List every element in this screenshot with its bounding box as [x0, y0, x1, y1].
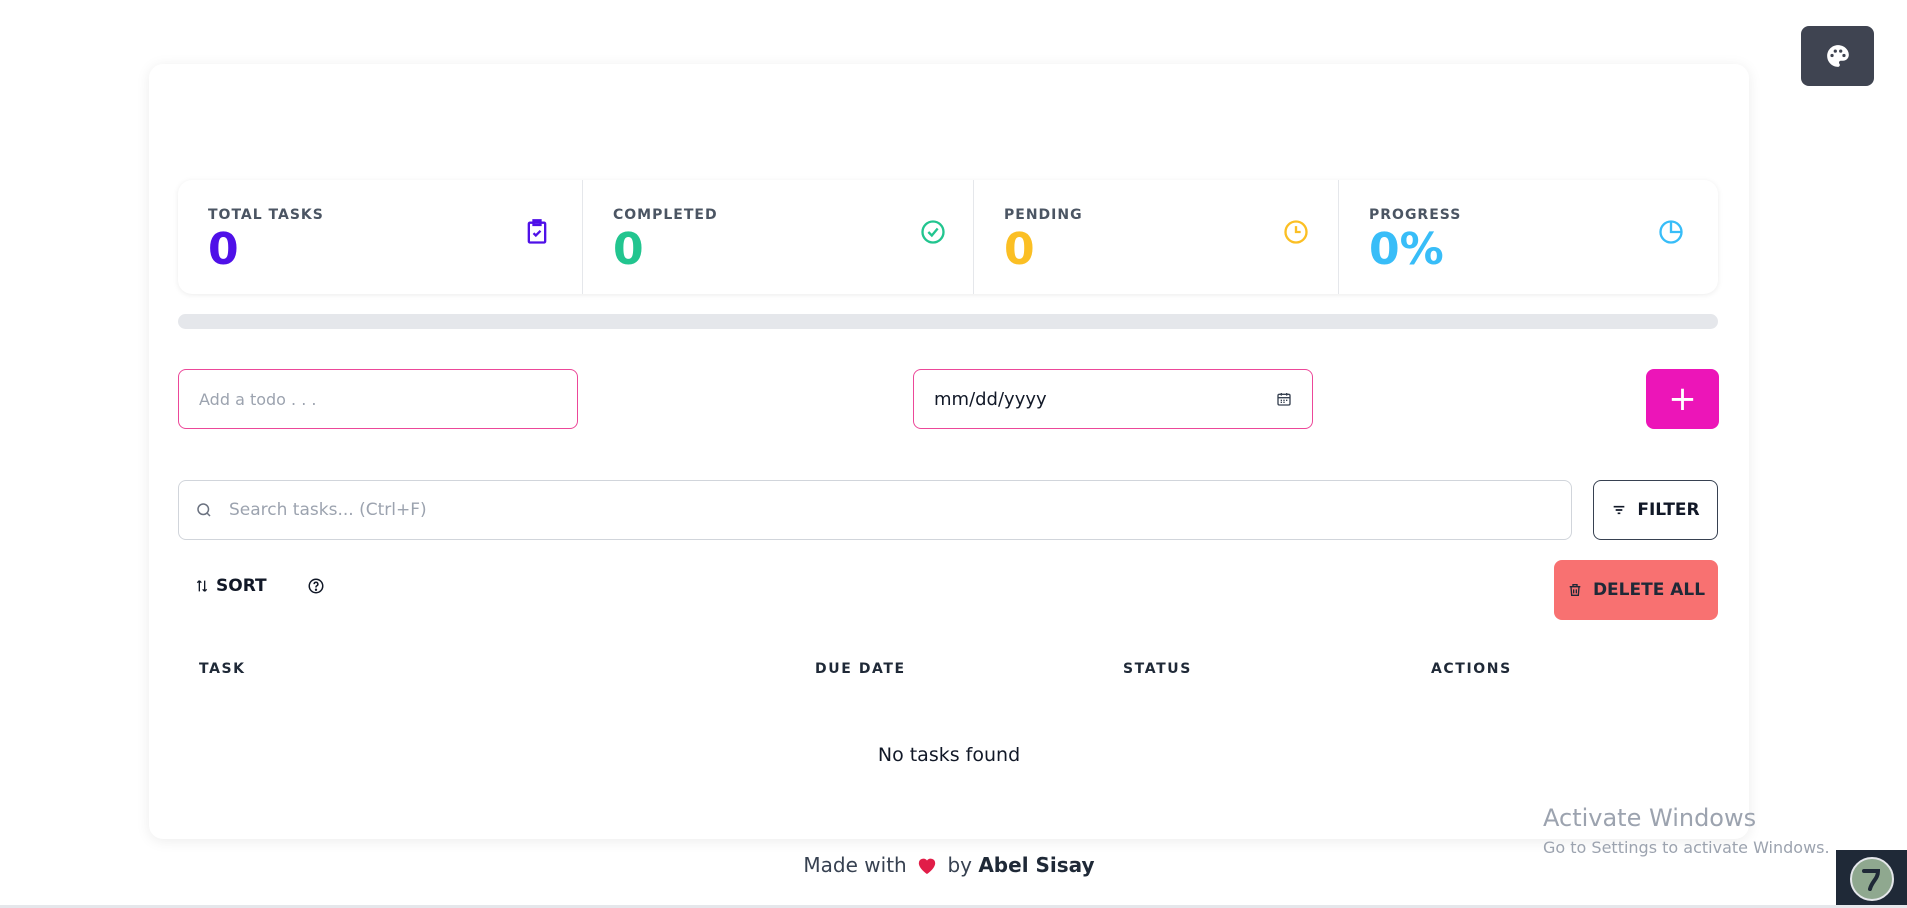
stat-value: 0 [613, 224, 644, 275]
stat-value: 0 [208, 224, 239, 275]
trash-icon [1569, 584, 1581, 596]
sort-arrows-icon [196, 580, 208, 592]
stat-completed: COMPLETED 0 [583, 180, 974, 294]
theme-palette-button[interactable] [1801, 26, 1874, 86]
column-header-due-date[interactable]: DUE DATE [815, 661, 906, 677]
empty-state-message: No tasks found [877, 744, 1021, 766]
stat-title: PENDING [1004, 207, 1083, 223]
palette-icon [1826, 45, 1849, 67]
windows-activation-title: Activate Windows [1543, 804, 1757, 832]
app-logo-icon [1849, 857, 1894, 901]
footer-made-with: Made with [803, 853, 907, 877]
footer-author[interactable]: Abel Sisay [978, 853, 1094, 877]
pie-chart-icon [1659, 220, 1683, 244]
todo-input[interactable] [178, 369, 578, 429]
windows-activation-subtitle: Go to Settings to activate Windows. [1543, 838, 1830, 857]
check-circle-icon [921, 220, 945, 244]
delete-all-button[interactable]: DELETE ALL [1554, 560, 1718, 620]
delete-all-label: DELETE ALL [1592, 580, 1706, 600]
search-input[interactable] [229, 500, 1529, 520]
sort-button[interactable]: SORT [194, 576, 267, 596]
stat-title: TOTAL TASKS [208, 207, 324, 223]
stats-panel: TOTAL TASKS 0 COMPLETED 0 PENDING 0 PROG… [178, 180, 1718, 294]
search-icon [197, 503, 211, 517]
progress-bar [178, 314, 1718, 329]
column-header-actions: ACTIONS [1431, 661, 1512, 677]
filter-icon [1614, 505, 1625, 515]
column-header-task[interactable]: TASK [199, 661, 246, 677]
stat-pending: PENDING 0 [974, 180, 1339, 294]
add-todo-button[interactable]: + [1646, 369, 1719, 429]
due-date-input[interactable]: mm/dd/yyyy [913, 369, 1313, 429]
help-circle-icon[interactable] [307, 577, 325, 595]
stat-title: PROGRESS [1369, 207, 1462, 223]
footer-by: by [947, 853, 972, 877]
calendar-icon[interactable] [1276, 391, 1292, 407]
search-field[interactable] [178, 480, 1572, 540]
stat-progress: PROGRESS 0% [1339, 180, 1718, 294]
clock-icon [1284, 220, 1308, 244]
filter-label: FILTER [1637, 500, 1700, 520]
taskbar-app-icon[interactable] [1836, 850, 1907, 908]
stat-total-tasks: TOTAL TASKS 0 [178, 180, 583, 294]
stat-value: 0% [1369, 224, 1444, 275]
clipboard-check-icon [527, 219, 547, 244]
stat-value: 0 [1004, 224, 1035, 275]
todo-card: TOTAL TASKS 0 COMPLETED 0 PENDING 0 PROG… [149, 64, 1749, 839]
stat-title: COMPLETED [613, 207, 718, 223]
column-header-status[interactable]: STATUS [1123, 661, 1192, 677]
filter-button[interactable]: FILTER [1593, 480, 1718, 540]
heart-icon [918, 858, 936, 875]
sort-label: SORT [216, 576, 267, 596]
date-placeholder: mm/dd/yyyy [934, 388, 1047, 410]
